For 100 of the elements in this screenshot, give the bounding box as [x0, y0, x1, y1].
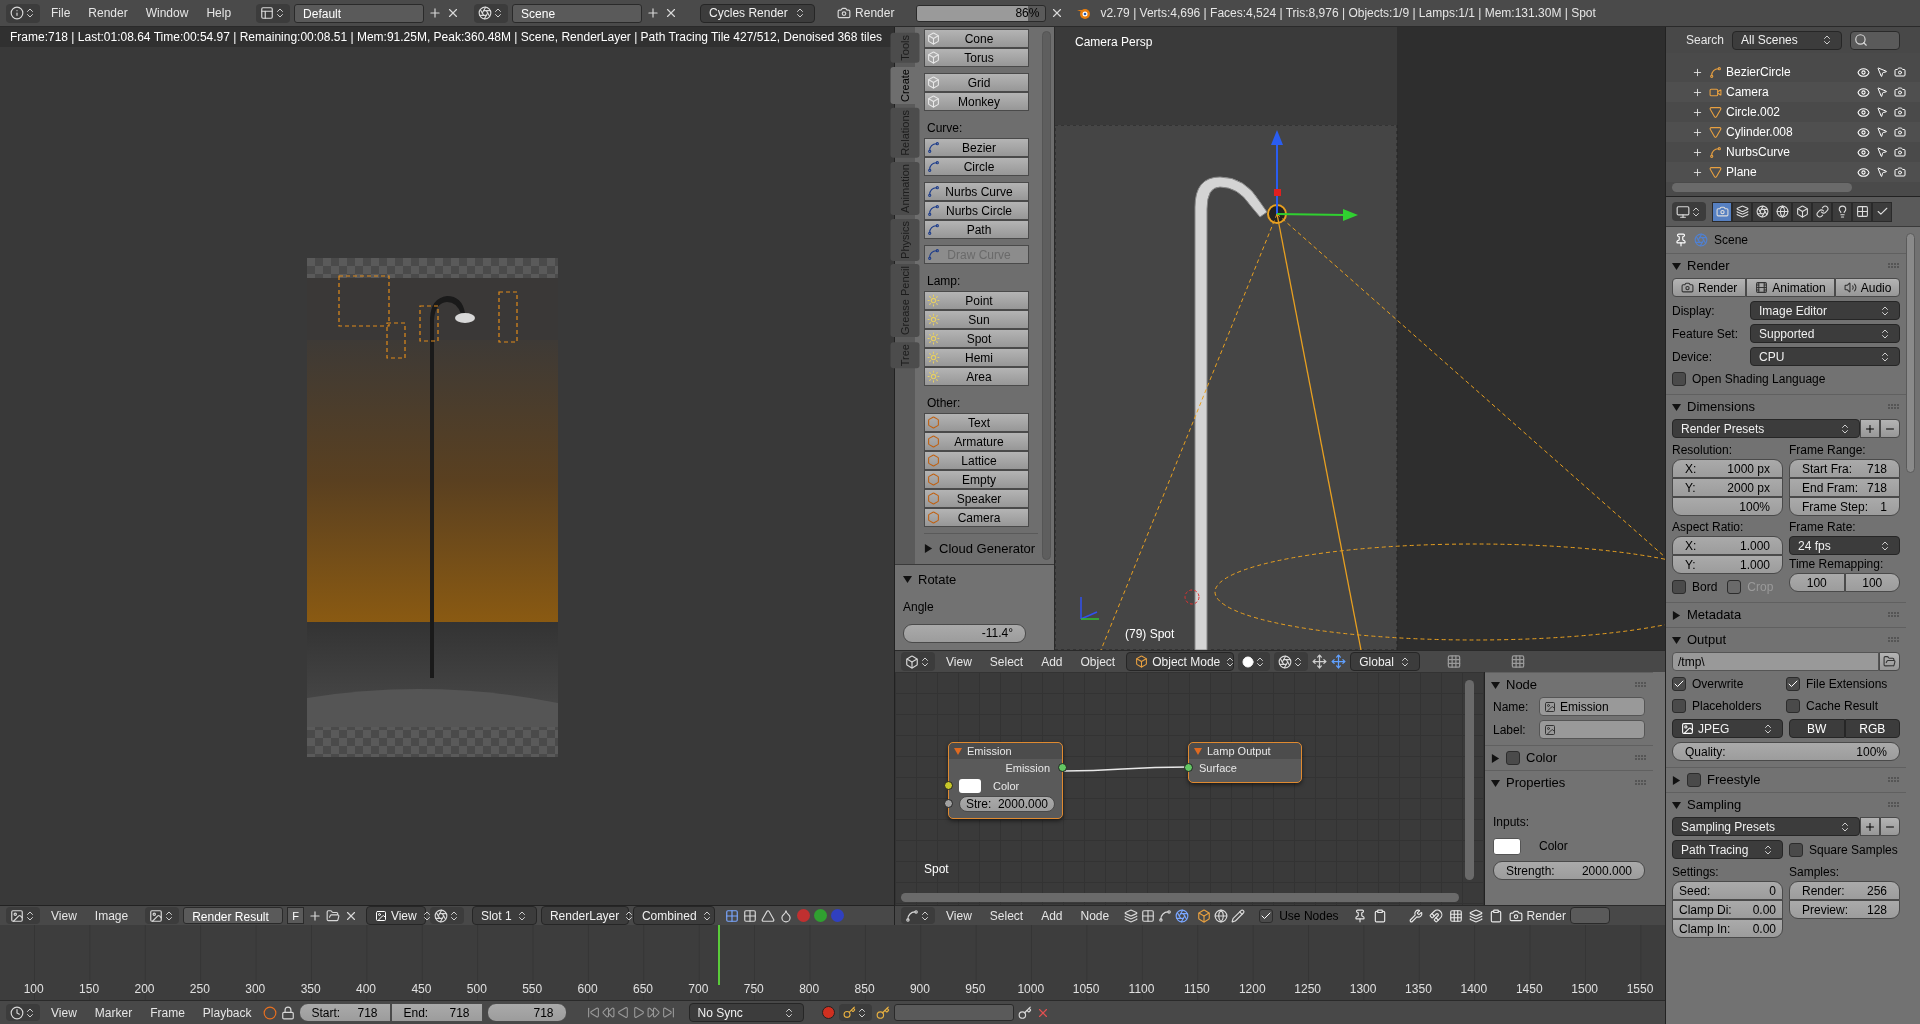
number-field[interactable]: Clamp Di: 0.00 — [1672, 900, 1783, 919]
menu-item[interactable]: Frame — [143, 1003, 192, 1022]
panel-header[interactable]: Sampling — [1672, 795, 1742, 815]
setting-dropdown[interactable]: CPU — [1750, 347, 1900, 366]
panel-header[interactable]: Output — [1672, 630, 1727, 650]
tool-button[interactable]: Speaker — [924, 489, 1029, 508]
menu-item[interactable]: View — [939, 906, 979, 925]
menu-item[interactable]: Add — [1034, 652, 1070, 671]
tool-button[interactable]: Nurbs Curve — [924, 182, 1029, 201]
number-field[interactable]: X: 1.000 — [1672, 536, 1783, 555]
tool-button[interactable]: Camera — [924, 508, 1029, 527]
number-field[interactable]: Y: 1.000 — [1672, 555, 1783, 574]
panel-header[interactable]: Properties — [1491, 773, 1566, 793]
tool-button[interactable]: Nurbs Circle — [924, 201, 1029, 220]
color-mode-button[interactable]: RGB — [1844, 719, 1900, 738]
panel-header[interactable]: Node — [1491, 675, 1538, 695]
text-field[interactable]: Emission — [1539, 697, 1645, 716]
number-field[interactable]: 100 — [1844, 573, 1900, 592]
tool-button[interactable]: Cone — [924, 29, 1029, 48]
menu-item[interactable]: Select — [982, 906, 1031, 925]
menu-item[interactable]: Node — [1073, 906, 1117, 925]
panel-header[interactable]: Metadata — [1672, 605, 1742, 625]
presets-dropdown[interactable]: Render Presets — [1672, 419, 1860, 438]
number-field[interactable]: Start: 718 — [298, 1003, 391, 1022]
outliner-row[interactable]: Camera — [1666, 82, 1920, 102]
number-field[interactable]: Seed: 0 — [1672, 881, 1783, 900]
panel-header[interactable]: Freestyle — [1672, 770, 1761, 790]
menu-item[interactable]: View — [44, 906, 84, 925]
sync-dropdown[interactable]: No Sync — [688, 1003, 804, 1022]
number-field[interactable]: Preview: 128 — [1789, 900, 1900, 919]
menu-item[interactable]: Marker — [87, 1003, 140, 1022]
frame-rate-dropdown[interactable]: 24 fps — [1789, 536, 1900, 555]
panel-header[interactable]: Render — [1672, 256, 1730, 276]
menu-item[interactable]: Window — [138, 4, 196, 22]
render-action-button[interactable]: Audio — [1834, 278, 1901, 297]
slot-dropdown[interactable]: Slot 1 — [471, 906, 537, 925]
number-field[interactable]: 718 — [486, 1003, 567, 1022]
tool-button[interactable]: Spot — [924, 329, 1029, 348]
number-field[interactable]: End Fram: 718 — [1789, 478, 1900, 497]
panel-header[interactable]: Color — [1491, 748, 1558, 768]
mode-dropdown[interactable]: Object Mode — [1126, 652, 1235, 671]
menu-item[interactable]: Render — [81, 4, 135, 22]
text-field[interactable]: Render Result — [183, 907, 284, 924]
number-field[interactable]: X: 1000 px — [1672, 459, 1783, 478]
outliner-row[interactable]: Plane — [1666, 162, 1920, 182]
integrator-dropdown[interactable]: Path Tracing — [1672, 840, 1783, 859]
panel-header[interactable]: Dimensions — [1672, 397, 1755, 417]
path-field[interactable]: /tmp\ — [1672, 652, 1879, 671]
text-field[interactable]: Scene — [512, 3, 643, 23]
number-field[interactable]: Strength: 2000.000 — [1493, 861, 1645, 880]
outliner-row[interactable]: Cylinder.008 — [1666, 122, 1920, 142]
tool-button[interactable]: Lattice — [924, 451, 1029, 470]
render-action-button[interactable]: Animation — [1746, 278, 1835, 297]
tool-button[interactable]: Armature — [924, 432, 1029, 451]
layer-dropdown[interactable]: RenderLayer — [540, 906, 629, 925]
number-field[interactable]: Clamp In: 0.00 — [1672, 919, 1783, 938]
number-field[interactable]: -11.4° — [903, 623, 1026, 643]
tool-button[interactable]: Torus — [924, 48, 1029, 67]
number-field[interactable]: End: 718 — [390, 1003, 483, 1022]
tool-button[interactable]: Path — [924, 220, 1029, 239]
render-engine-dropdown[interactable]: Cycles Render — [700, 3, 816, 23]
number-field[interactable]: 100 — [1789, 573, 1845, 592]
menu-item[interactable]: File — [44, 4, 78, 22]
tool-button[interactable]: Sun — [924, 310, 1029, 329]
render-action-button[interactable]: Render — [1672, 278, 1747, 297]
orientation-dropdown[interactable]: Global — [1350, 652, 1421, 671]
panel-header[interactable]: Cloud Generator — [924, 539, 1036, 559]
menu-item[interactable]: Select — [982, 652, 1031, 671]
panel-header[interactable]: Rotate — [903, 570, 1046, 590]
menu-item[interactable]: Add — [1034, 906, 1070, 925]
setting-dropdown[interactable]: Supported — [1750, 324, 1900, 343]
tool-button[interactable]: Point — [924, 291, 1029, 310]
tool-button[interactable]: Hemi — [924, 348, 1029, 367]
tool-button[interactable]: Circle — [924, 157, 1029, 176]
setting-dropdown[interactable]: Image Editor — [1750, 301, 1900, 320]
filter-dropdown[interactable]: All Scenes — [1732, 30, 1842, 50]
tool-button[interactable]: Monkey — [924, 92, 1029, 111]
text-field[interactable]: Default — [294, 3, 425, 23]
tool-button[interactable]: Bezier — [924, 138, 1029, 157]
number-field[interactable]: Start Fra: 718 — [1789, 459, 1900, 478]
fake-user-button[interactable]: F — [287, 907, 304, 924]
tool-button[interactable]: Empty — [924, 470, 1029, 489]
menu-item[interactable]: Image — [87, 906, 136, 925]
tool-button[interactable]: Grid — [924, 73, 1029, 92]
menu-item[interactable]: Help — [199, 4, 239, 22]
number-field[interactable]: Y: 2000 px — [1672, 478, 1783, 497]
format-dropdown[interactable]: JPEG — [1672, 719, 1783, 738]
tool-button[interactable]: Area — [924, 367, 1029, 386]
menu-item[interactable]: Playback — [195, 1003, 259, 1022]
menu-item[interactable]: View — [44, 1003, 84, 1022]
number-field[interactable]: Frame Step: 1 — [1789, 497, 1900, 516]
tool-button[interactable]: Text — [924, 413, 1029, 432]
menu-item[interactable]: View — [939, 652, 979, 671]
presets-dropdown[interactable]: Sampling Presets — [1672, 817, 1860, 836]
pass-dropdown[interactable]: Combined — [632, 906, 715, 925]
menu-item[interactable]: Object — [1073, 652, 1123, 671]
number-field[interactable]: Stre: 2000.000 — [959, 796, 1055, 812]
number-field[interactable]: Render: 256 — [1789, 881, 1900, 900]
color-mode-button[interactable]: BW — [1789, 719, 1845, 738]
number-field[interactable]: Quality: 100% — [1672, 742, 1900, 761]
